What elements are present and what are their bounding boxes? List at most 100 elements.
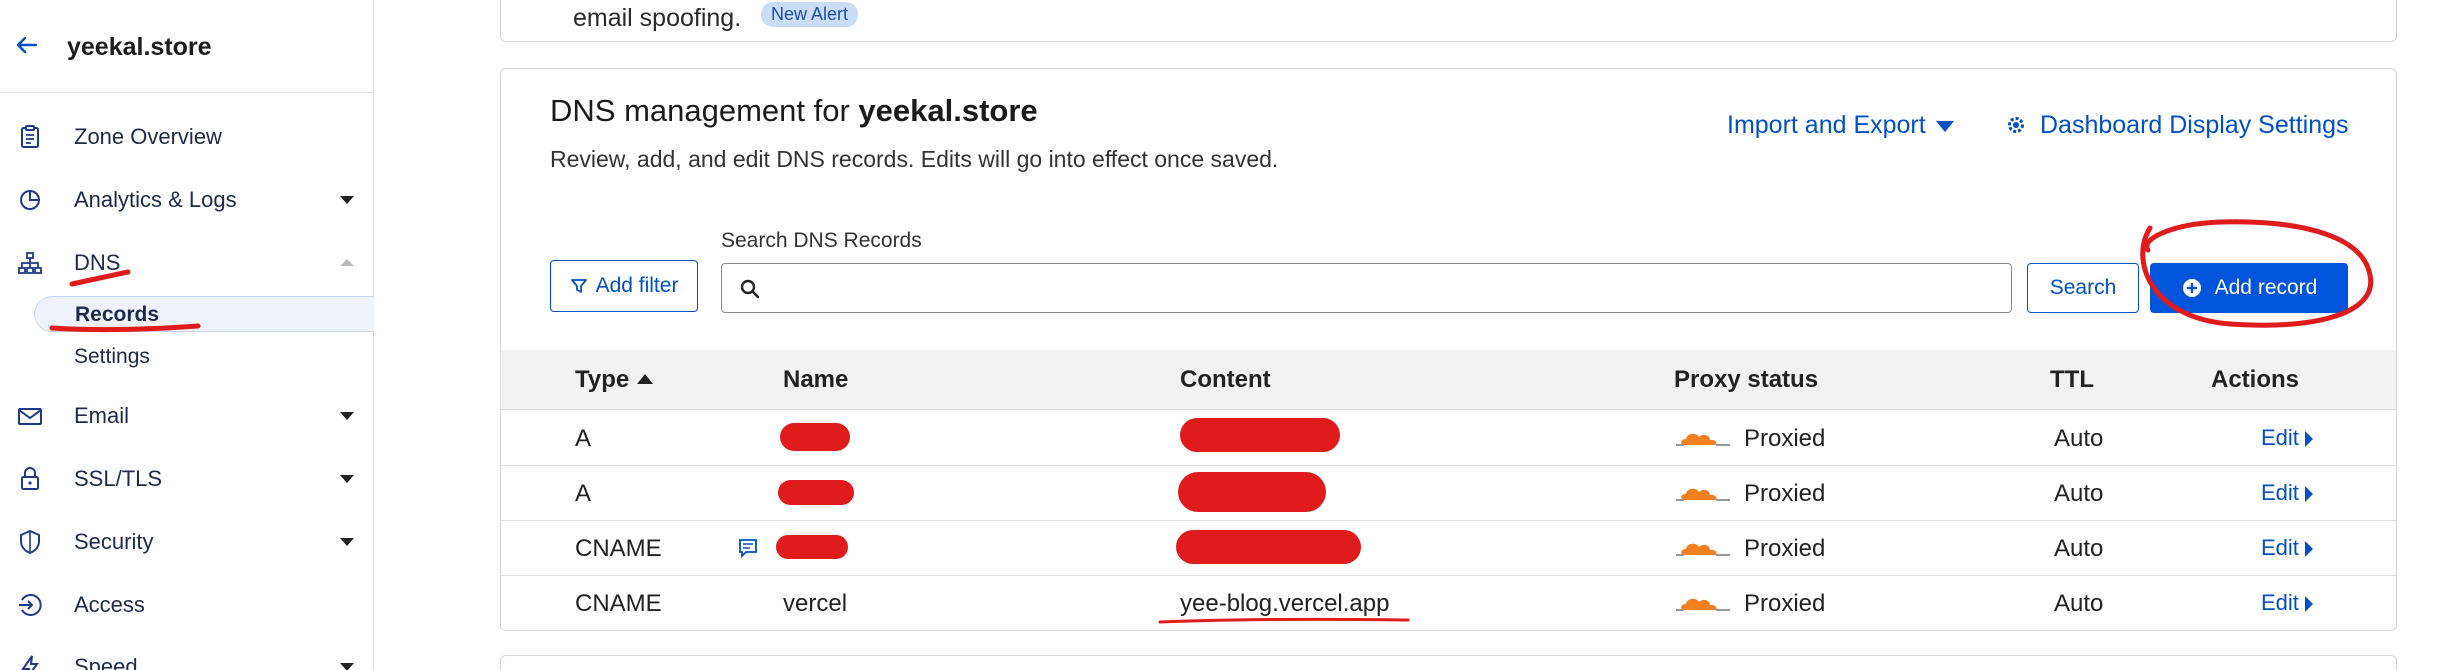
new-alert-badge: New Alert — [761, 2, 859, 27]
search-input[interactable] — [774, 270, 1994, 306]
back-arrow-icon[interactable] — [14, 32, 40, 58]
record-type: CNAME — [575, 535, 662, 562]
chevron-down-icon — [340, 475, 354, 483]
pie-chart-icon — [20, 190, 40, 210]
sidebar-item-ssl-tls[interactable]: SSL/TLS — [0, 453, 374, 503]
sidebar-item-label: Email — [74, 403, 130, 428]
next-card — [500, 655, 2397, 670]
ttl-value: Auto — [2054, 480, 2104, 507]
orange-cloud-icon — [1676, 598, 1730, 611]
search-label: Search DNS Records — [721, 229, 922, 252]
sidebar-subitem-label: Records — [75, 303, 160, 326]
sidebar-item-zone-overview[interactable]: Zone Overview — [0, 111, 374, 161]
sidebar-item-label: SSL/TLS — [74, 466, 163, 491]
orange-cloud-icon — [1676, 488, 1730, 501]
edit-label: Edit — [2261, 425, 2299, 450]
edit-link[interactable]: Edit — [2261, 535, 2313, 561]
sidebar-item-label: Zone Overview — [74, 124, 222, 149]
gear-icon — [2008, 117, 2024, 133]
redaction-mark — [1178, 472, 1326, 512]
edit-label: Edit — [2261, 480, 2299, 505]
chevron-down-icon — [340, 412, 354, 420]
proxy-status: Proxied — [1744, 425, 1826, 452]
sidebar-item-label: Access — [74, 592, 145, 617]
caret-right-icon — [2304, 486, 2313, 502]
redaction-mark — [1176, 530, 1361, 564]
title-prefix: DNS management for — [550, 93, 859, 128]
sidebar-subitem-settings[interactable]: Settings — [34, 339, 374, 375]
column-header-content: Content — [1180, 366, 1271, 393]
sidebar-item-email[interactable]: Email — [0, 390, 374, 440]
ttl-value: Auto — [2054, 425, 2104, 452]
column-header-type[interactable]: Type — [575, 366, 654, 394]
import-export-dropdown[interactable]: Import and Export — [1727, 111, 1954, 140]
lightning-icon — [21, 655, 39, 670]
add-record-label: Add record — [2214, 276, 2318, 299]
edit-link[interactable]: Edit — [2261, 590, 2313, 616]
dashboard-display-settings-link[interactable]: Dashboard Display Settings — [2006, 111, 2349, 140]
add-filter-label: Add filter — [595, 274, 679, 297]
title-zone: yeekal.store — [858, 93, 1038, 128]
chevron-down-icon — [340, 196, 354, 204]
column-header-actions: Actions — [2211, 366, 2300, 393]
sidebar-item-speed[interactable]: Speed — [0, 641, 374, 670]
redaction-mark — [780, 423, 850, 451]
redaction-mark — [778, 480, 854, 505]
filter-icon — [570, 279, 587, 293]
page-title: DNS management for yeekal.store — [550, 93, 1038, 129]
column-header-name: Name — [783, 366, 849, 393]
chevron-down-icon — [340, 538, 354, 546]
edit-link[interactable]: Edit — [2261, 425, 2313, 451]
sidebar-subitem-records[interactable]: Records — [34, 296, 374, 332]
comment-icon[interactable] — [737, 537, 759, 559]
sidebar-item-analytics[interactable]: Analytics & Logs — [0, 174, 374, 224]
import-export-label: Import and Export — [1727, 111, 1926, 139]
orange-cloud-icon — [1676, 543, 1730, 556]
alert-card: email spoofing. New Alert — [500, 0, 2397, 42]
sidebar-item-security[interactable]: Security — [0, 516, 374, 566]
add-filter-button[interactable]: Add filter — [550, 260, 698, 312]
record-type: CNAME — [575, 590, 662, 617]
chevron-down-icon — [340, 663, 354, 670]
lock-icon — [21, 467, 39, 490]
redaction-mark — [1180, 418, 1340, 452]
caret-right-icon — [2304, 596, 2313, 612]
column-header-ttl: TTL — [2050, 366, 2094, 393]
clipboard-icon — [21, 125, 39, 148]
redaction-mark — [776, 535, 848, 559]
edit-label: Edit — [2261, 590, 2299, 615]
record-type: A — [575, 480, 592, 507]
column-header-proxy-status: Proxy status — [1674, 366, 1819, 393]
search-button[interactable]: Search — [2027, 263, 2139, 313]
record-name: vercel — [783, 590, 848, 617]
sort-ascending-icon — [637, 374, 654, 384]
plus-circle-icon — [2182, 279, 2201, 297]
search-box — [721, 263, 2012, 313]
table-header: Type Name Content Proxy status TTL Actio… — [501, 350, 2396, 410]
network-icon — [18, 252, 42, 274]
column-header-label: Type — [575, 366, 630, 393]
caret-down-icon — [1935, 120, 1954, 132]
caret-right-icon — [2304, 431, 2313, 447]
caret-right-icon — [2304, 541, 2313, 557]
table-row[interactable]: CNAME vercel yee-blog.vercel.app Proxied… — [501, 576, 2396, 630]
sidebar-subitem-label: Settings — [74, 345, 150, 368]
zone-header: yeekal.store — [0, 0, 374, 93]
search-icon — [740, 279, 760, 299]
sidebar-item-access[interactable]: Access — [0, 579, 374, 629]
page-subtitle: Review, add, and edit DNS records. Edits… — [550, 146, 1279, 172]
access-icon — [19, 594, 42, 616]
sidebar-item-label: DNS — [74, 250, 121, 275]
sidebar-item-dns[interactable]: DNS — [0, 237, 374, 287]
shield-icon — [20, 529, 40, 555]
sidebar-item-label: Speed — [74, 654, 138, 670]
zone-name: yeekal.store — [67, 33, 212, 61]
add-record-button[interactable]: Add record — [2150, 263, 2348, 313]
edit-label: Edit — [2261, 535, 2299, 560]
sidebar: yeekal.store Zone Overview Analytics & L… — [0, 0, 374, 670]
edit-link[interactable]: Edit — [2261, 480, 2313, 506]
proxy-status: Proxied — [1744, 590, 1826, 617]
sidebar-item-label: Security — [74, 529, 154, 554]
record-type: A — [575, 425, 592, 452]
chevron-up-icon — [340, 259, 354, 266]
